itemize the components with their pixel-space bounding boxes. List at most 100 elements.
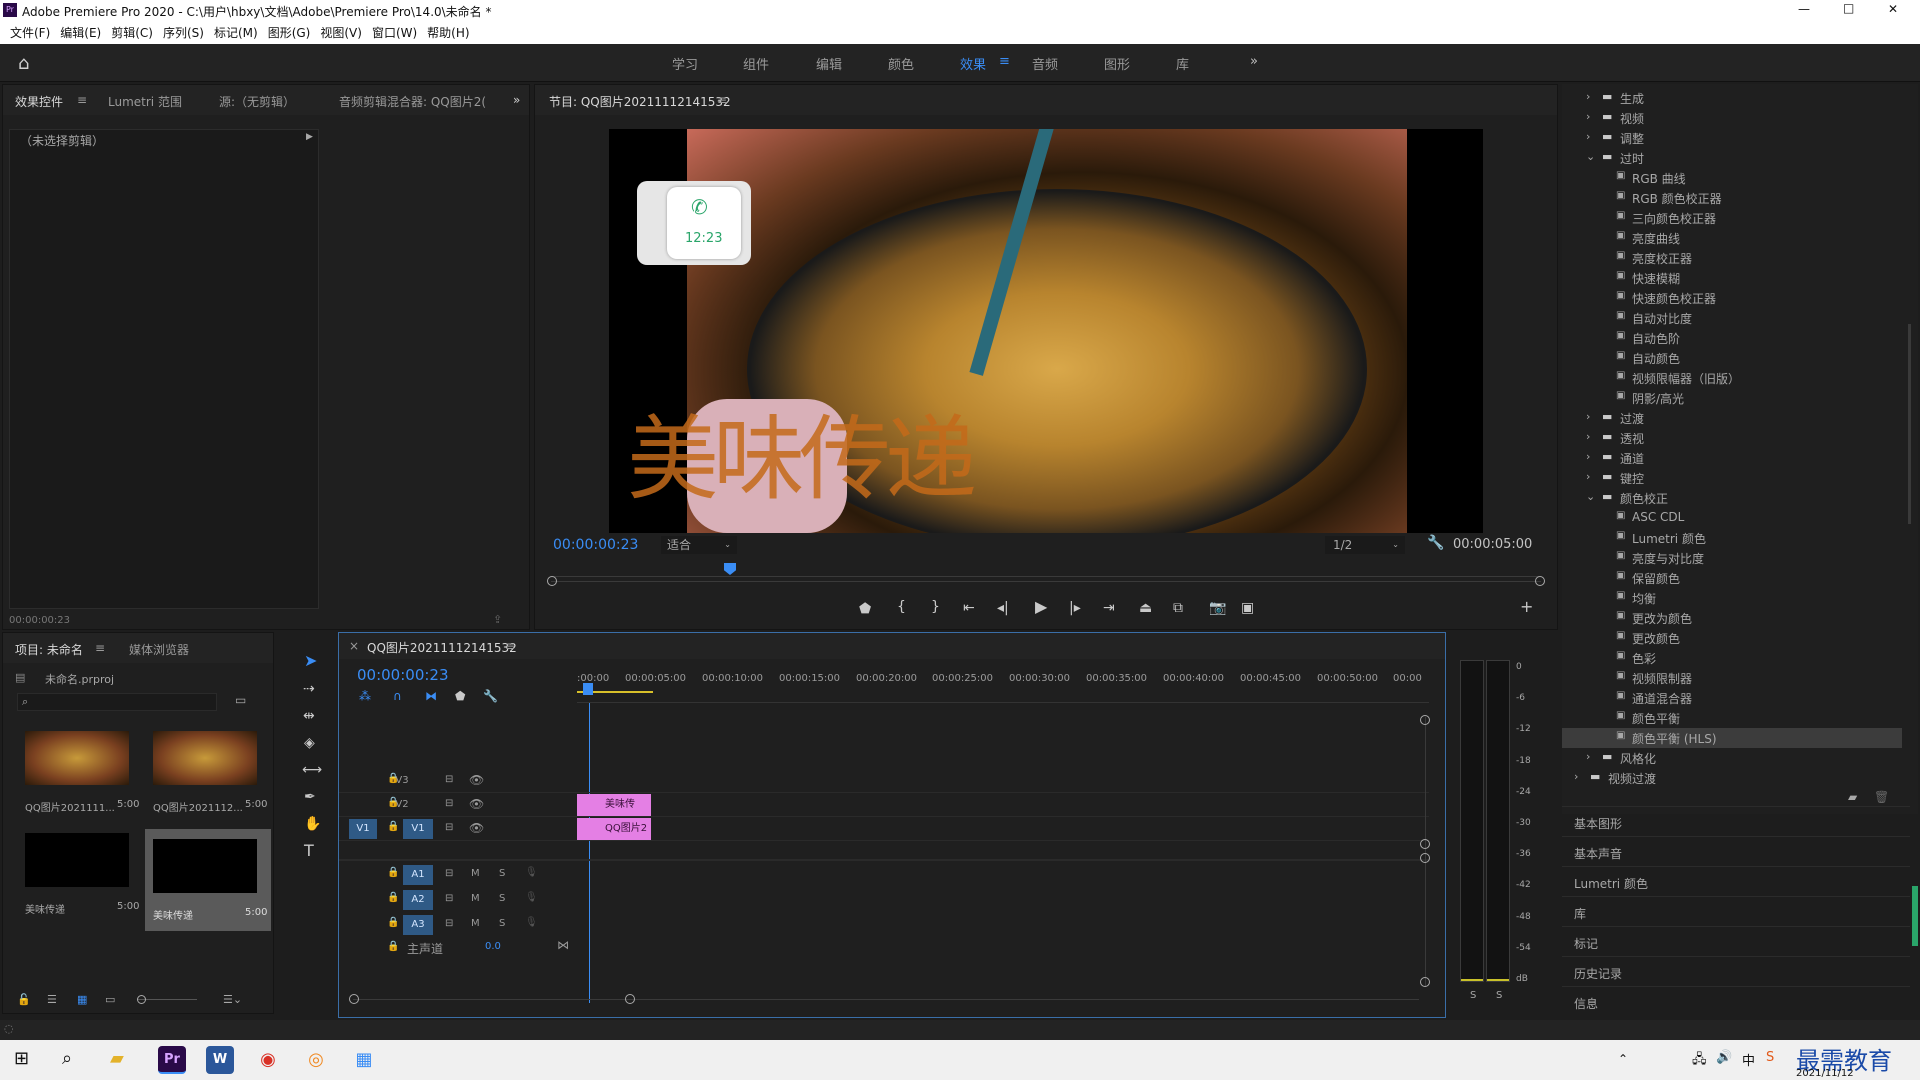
menu-clip[interactable]: 剪辑(C) (111, 22, 153, 44)
tray-sogou-icon[interactable]: S (1766, 1050, 1774, 1065)
panel-info[interactable]: 信息 (1562, 986, 1910, 1016)
workspace-color[interactable]: 颜色 (888, 54, 914, 73)
home-icon[interactable]: ⌂ (18, 53, 29, 74)
track-label-a3[interactable]: A3 (403, 915, 433, 935)
menu-file[interactable]: 文件(F) (10, 22, 50, 44)
lock-icon[interactable]: 🔒 (387, 917, 399, 928)
add-button-icon[interactable]: + (1520, 599, 1533, 615)
panel-history[interactable]: 历史记录 (1562, 956, 1910, 986)
effects-folder[interactable]: › ▬ 视频过渡 (1562, 768, 1902, 788)
panel-lumetri-color[interactable]: Lumetri 颜色 (1562, 866, 1910, 896)
workspace-audio[interactable]: 音频 (1032, 54, 1058, 73)
sync-icon[interactable]: ⊟ (445, 822, 453, 833)
source-patch-v1[interactable]: V1 (349, 819, 377, 839)
effects-folder[interactable]: › ▬ 键控 (1562, 468, 1902, 488)
program-menu-icon[interactable]: ≡ (717, 93, 727, 107)
effects-item[interactable]: ▣ RGB 颜色校正器 (1562, 188, 1902, 208)
new-bin-icon[interactable]: ▭ (235, 693, 246, 707)
chevron-right-icon[interactable]: › (1586, 750, 1590, 763)
timeline-horizontal-scrollbar[interactable] (349, 994, 1419, 1004)
mic-icon[interactable]: 🎙 (525, 892, 538, 903)
effects-folder[interactable]: ⌄ ▬ 过时 (1562, 148, 1902, 168)
mute-button[interactable]: M (471, 893, 480, 904)
effects-folder[interactable]: › ▬ 风格化 (1562, 748, 1902, 768)
menu-view[interactable]: 视图(V) (320, 22, 362, 44)
effects-item[interactable]: ▣ Lumetri 颜色 (1562, 528, 1902, 548)
solo-right-button[interactable]: S (1496, 990, 1502, 1001)
sync-icon[interactable]: ⊟ (445, 868, 453, 879)
tab-lumetri-scopes[interactable]: Lumetri 范围 (108, 93, 182, 110)
eye-icon[interactable]: 👁 (469, 773, 484, 787)
effects-item[interactable]: ▣ 自动颜色 (1562, 348, 1902, 368)
clip-v2[interactable]: 美味传 (577, 794, 651, 816)
track-label-v1[interactable]: V1 (403, 819, 433, 839)
scroll-handle-right[interactable] (625, 994, 635, 1004)
project-item-3-selected[interactable]: 美味传递 5:00 (145, 829, 271, 931)
tab-audio-clip-mixer[interactable]: 音频剪辑混合器: QQ图片2( (339, 93, 491, 110)
effects-item[interactable]: ▣ 亮度曲线 (1562, 228, 1902, 248)
timeline-wrench-icon[interactable]: 🔧 (483, 689, 498, 703)
tab-source[interactable]: 源:（无剪辑） (219, 93, 295, 110)
chevron-right-icon[interactable]: › (1586, 90, 1590, 103)
step-back-icon[interactable]: ◂| (997, 601, 1009, 615)
tab-effect-controls[interactable]: 效果控件 (15, 93, 63, 110)
hand-tool-icon[interactable]: ✋ (304, 817, 321, 831)
track-label-v2[interactable]: V2 (391, 795, 413, 815)
timeline-playhead-head[interactable] (583, 683, 593, 695)
add-marker-icon[interactable]: ⬟ (859, 602, 871, 616)
resolution-dropdown[interactable]: 1/2 ⌄ (1325, 536, 1405, 554)
track-label-a1[interactable]: A1 (403, 865, 433, 885)
effects-folder[interactable]: ⌄ ▬ 颜色校正 (1562, 488, 1902, 508)
workspace-libraries[interactable]: 库 (1176, 54, 1189, 73)
play-icon[interactable]: ▶ (1035, 599, 1047, 615)
menu-sequence[interactable]: 序列(S) (163, 22, 204, 44)
chevron-down-icon[interactable]: ⌄ (1586, 490, 1595, 503)
track-label-v3[interactable]: V3 (391, 771, 413, 791)
sync-icon[interactable]: ⊟ (445, 918, 453, 929)
project-item-2[interactable]: 美味传递 5:00 (17, 829, 139, 921)
export-frame-icon[interactable]: ⇪ (493, 613, 502, 626)
mute-button[interactable]: M (471, 918, 480, 929)
taskbar-word-icon[interactable]: W (206, 1046, 234, 1074)
timeline-sequence-tab[interactable]: QQ图片20211112141532 (367, 639, 517, 656)
effects-folder[interactable]: › ▬ 过渡 (1562, 408, 1902, 428)
sync-icon[interactable]: ⊟ (445, 893, 453, 904)
effects-item[interactable]: ▣ 自动色阶 (1562, 328, 1902, 348)
effects-folder[interactable]: › ▬ 调整 (1562, 128, 1902, 148)
panel-essential-sound[interactable]: 基本声音 (1562, 836, 1910, 866)
timeline-menu-icon[interactable]: ≡ (505, 639, 515, 653)
chevron-down-icon[interactable]: ⌄ (1586, 150, 1595, 163)
mute-button[interactable]: M (471, 868, 480, 879)
wrench-icon[interactable]: 🔧 (1427, 535, 1444, 551)
mark-in-icon[interactable]: { (897, 600, 906, 614)
project-item-0[interactable]: QQ图片2021111... 5:00 (17, 727, 139, 819)
tray-network-icon[interactable]: 🖧 (1692, 1050, 1707, 1072)
solo-button[interactable]: S (499, 893, 505, 904)
tray-chevron-icon[interactable]: ⌃ (1618, 1052, 1628, 1066)
effects-item[interactable]: ▣ 均衡 (1562, 588, 1902, 608)
tab-media-browser[interactable]: 媒体浏览器 (129, 641, 189, 658)
program-zoom-scrollbar[interactable] (547, 576, 1545, 586)
extract-icon[interactable]: ⧉ (1173, 601, 1183, 615)
effects-folder[interactable]: › ▬ 通道 (1562, 448, 1902, 468)
panel-markers[interactable]: 标记 (1562, 926, 1910, 956)
selection-tool-icon[interactable]: ➤ (304, 653, 317, 669)
effects-item-selected[interactable]: ▣ 颜色平衡 (HLS) (1562, 728, 1902, 748)
taskbar-chrome-icon[interactable]: ◉ (254, 1046, 282, 1074)
workspace-graphics[interactable]: 图形 (1104, 54, 1130, 73)
menu-window[interactable]: 窗口(W) (372, 22, 417, 44)
track-select-tool-icon[interactable]: ⇢ (303, 682, 315, 696)
eye-icon[interactable]: 👁 (469, 821, 484, 835)
effects-item[interactable]: ▣ 视频限幅器（旧版） (1562, 368, 1902, 388)
fit-dropdown[interactable]: 适合 ⌄ (661, 536, 737, 554)
zoom-handle-right[interactable] (1535, 576, 1545, 586)
project-search-input[interactable]: ⌕ (17, 693, 217, 711)
zoom-slider[interactable] (137, 995, 197, 1004)
pen-tool-icon[interactable]: ✒ (304, 790, 316, 804)
effects-item[interactable]: ▣ RGB 曲线 (1562, 168, 1902, 188)
delete-icon[interactable]: 🗑 (1874, 790, 1889, 804)
slip-tool-icon[interactable]: ⟷ (302, 763, 322, 777)
effects-item[interactable]: ▣ 自动对比度 (1562, 308, 1902, 328)
effects-item[interactable]: ▣ 快速模糊 (1562, 268, 1902, 288)
mic-icon[interactable]: 🎙 (525, 867, 538, 878)
